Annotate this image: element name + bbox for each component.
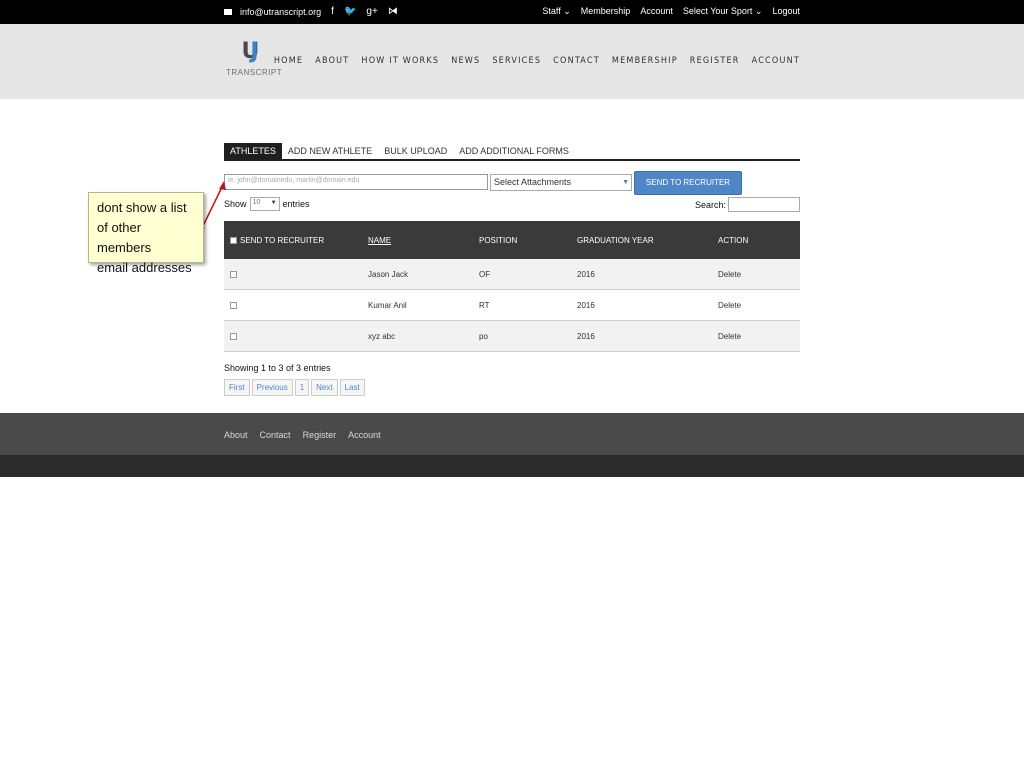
annotation-line: of other members	[97, 220, 152, 255]
annotation-line: email addresses	[97, 260, 192, 275]
annotation-arrow-line	[201, 182, 225, 229]
annotation-note: dont show a list of other members email …	[88, 192, 204, 275]
annotation-arrow	[199, 181, 226, 231]
annotation-line: dont show a list	[97, 200, 187, 215]
annotation-arrow-head	[219, 181, 226, 190]
